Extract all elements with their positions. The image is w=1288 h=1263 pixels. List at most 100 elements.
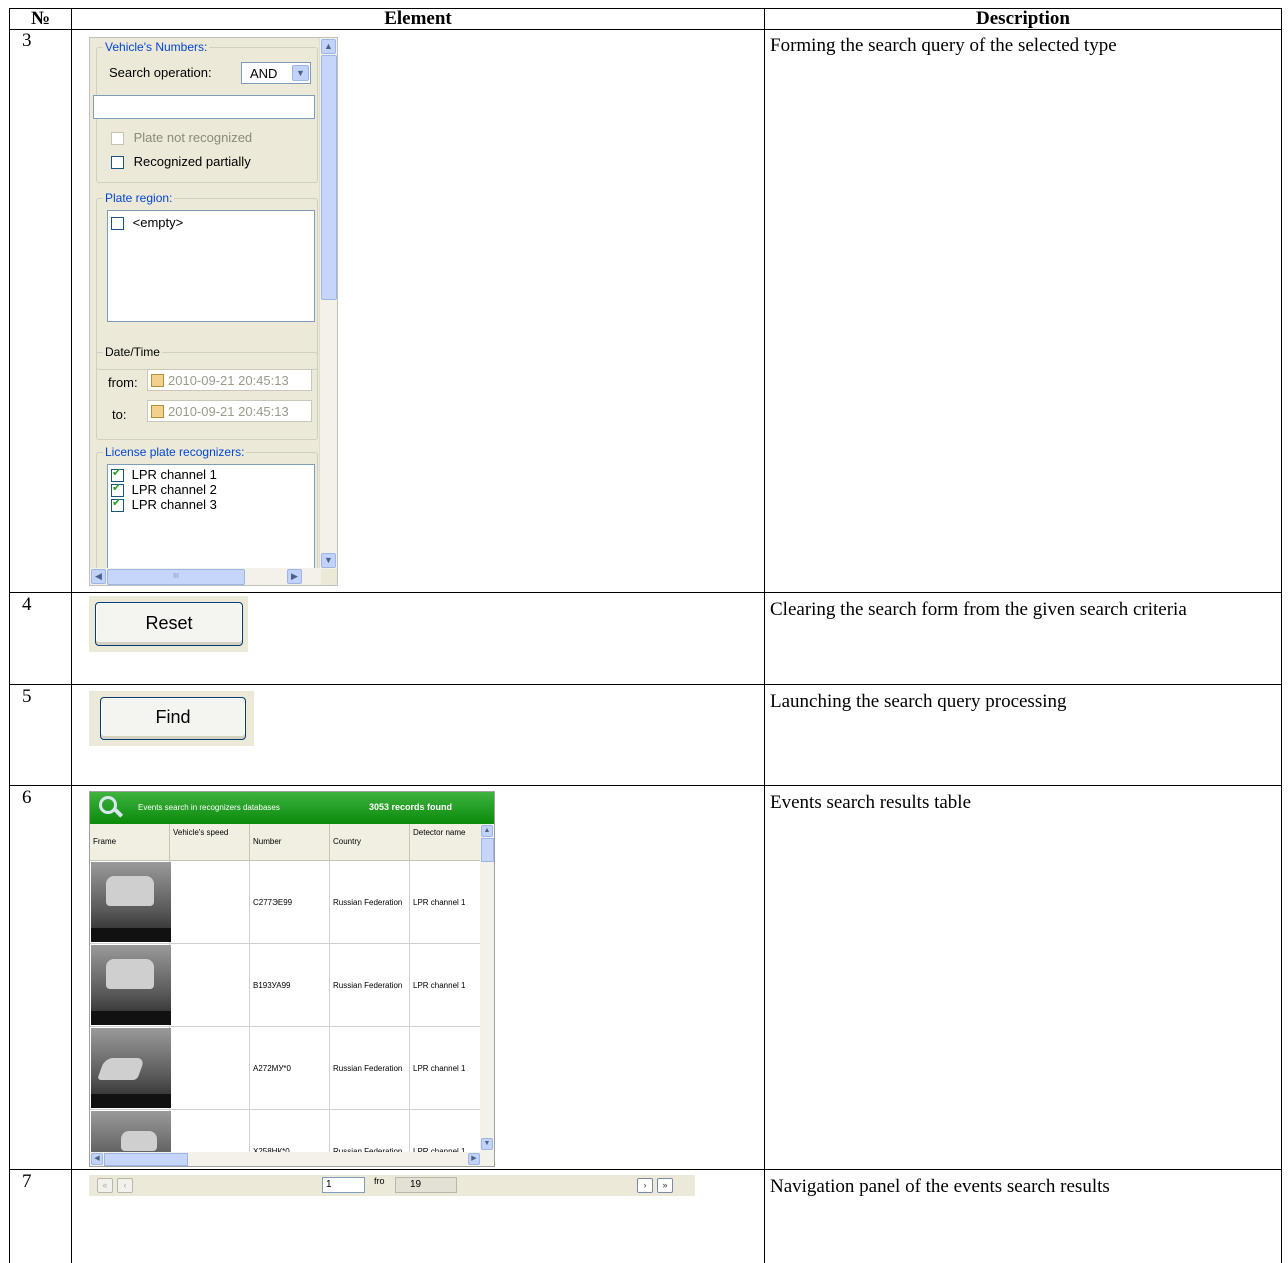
scroll-down-icon[interactable]: ▼ — [481, 1138, 493, 1150]
detector-cell: LPR channel 1 — [413, 1064, 466, 1073]
hscroll-thumb[interactable] — [104, 1153, 188, 1166]
table-row[interactable]: B193УА99 Russian Federation LPR channel … — [90, 944, 480, 1027]
scroll-up-icon[interactable]: ▲ — [321, 39, 336, 54]
scroll-right-icon[interactable]: ▶ — [287, 569, 302, 584]
checkbox-box[interactable] — [111, 156, 124, 170]
vehicle-number-input[interactable] — [93, 95, 315, 119]
column-number[interactable]: Number — [250, 824, 330, 861]
calendar-checkbox[interactable] — [151, 405, 164, 418]
chevron-down-icon[interactable]: ▼ — [292, 65, 309, 81]
row-number: 3 — [22, 30, 32, 51]
frame-cell[interactable] — [90, 1027, 171, 1110]
prev-page-button[interactable]: ‹ — [117, 1178, 133, 1193]
column-frame[interactable]: Frame — [90, 824, 170, 861]
frame-thumbnail[interactable] — [91, 862, 171, 942]
results-count: 3053 records found — [369, 802, 453, 812]
frame-cell[interactable] — [90, 944, 171, 1027]
plate-region-list[interactable]: <empty> — [107, 210, 315, 322]
row-description: Clearing the search form from the given … — [770, 599, 1187, 620]
number-cell: B193УА99 — [250, 944, 330, 1027]
detector-cell: LPR channel 1 — [413, 981, 466, 990]
detector-cell: LPR channel 1 — [413, 898, 466, 907]
results-horizontal-scrollbar[interactable]: ◀ ▶ — [90, 1152, 494, 1166]
plate-region-title: Plate region: — [103, 191, 175, 205]
navigation-panel: « ‹ 1 fro 19 › » — [89, 1175, 695, 1196]
scroll-thumb[interactable] — [321, 55, 337, 300]
country-cell: Russian Federation — [330, 1027, 410, 1110]
scroll-down-icon[interactable]: ▼ — [321, 553, 336, 568]
plate-region-item-label: <empty> — [132, 215, 184, 230]
next-page-button[interactable]: › — [637, 1178, 653, 1193]
to-datetime-field[interactable]: 2010-09-21 20:45:13 — [147, 400, 312, 422]
recognizer-item[interactable]: LPR channel 2 — [111, 482, 217, 498]
recognizers-list[interactable]: LPR channel 1 LPR channel 2 LPR channel … — [107, 464, 315, 574]
horizontal-scrollbar[interactable]: ◀ III ▶ — [90, 568, 321, 585]
row-description: Navigation panel of the events search re… — [770, 1176, 1110, 1197]
frame-thumbnail[interactable] — [91, 945, 171, 1025]
checkbox-box[interactable] — [111, 132, 124, 146]
to-label: to: — [112, 407, 127, 422]
total-pages: 19 — [395, 1177, 457, 1193]
column-header-description: Description — [976, 8, 1070, 29]
country-cell: Russian Federation — [330, 861, 410, 944]
table-row[interactable]: A272МУ*0 Russian Federation LPR channel … — [90, 1027, 480, 1110]
recognizer-item[interactable]: LPR channel 3 — [111, 497, 217, 513]
recognized-partially-checkbox[interactable]: Recognized partially — [111, 154, 251, 170]
search-operation-label: Search operation: — [109, 65, 212, 80]
search-form-panel: Vehicle's Numbers: Search operation: AND… — [89, 37, 338, 586]
calendar-checkbox[interactable] — [151, 374, 164, 387]
checkbox-box[interactable] — [111, 217, 124, 231]
column-country[interactable]: Country — [330, 824, 410, 861]
recognizer-label: LPR channel 2 — [131, 482, 217, 497]
scroll-left-icon[interactable]: ◀ — [91, 569, 106, 584]
search-operation-select[interactable]: AND ▼ — [241, 62, 311, 84]
find-button[interactable]: Find — [100, 697, 246, 740]
recognizer-item[interactable]: LPR channel 1 — [111, 467, 217, 483]
checkbox-box[interactable] — [111, 482, 124, 498]
column-detector[interactable]: Detector name — [410, 824, 482, 861]
speed-cell — [170, 944, 250, 1027]
frame-cell[interactable] — [90, 861, 171, 944]
scroll-left-icon[interactable]: ◀ — [91, 1153, 103, 1165]
table-row[interactable]: C277ЭЕ99 Russian Federation LPR channel … — [90, 861, 480, 944]
frame-thumbnail[interactable] — [91, 1028, 171, 1108]
number-cell: A272МУ*0 — [250, 1027, 330, 1110]
column-header-element: Element — [384, 8, 452, 29]
first-page-button[interactable]: « — [97, 1178, 113, 1193]
vertical-scrollbar[interactable]: ▲ ▼ — [319, 38, 337, 569]
number-cell: C277ЭЕ99 — [250, 861, 330, 944]
plate-region-item[interactable]: <empty> — [111, 215, 184, 231]
scroll-thumb[interactable] — [481, 838, 494, 862]
hscroll-thumb[interactable]: III — [107, 569, 245, 585]
datetime-title: Date/Time — [103, 345, 162, 359]
plate-not-recognized-label: Plate not recognized — [133, 130, 253, 145]
row-number: 4 — [22, 594, 32, 615]
search-results-table: Events search in recognizers databases 3… — [89, 791, 495, 1167]
column-header-number: № — [30, 8, 51, 29]
page-input[interactable]: 1 — [322, 1177, 365, 1193]
reset-button[interactable]: Reset — [95, 602, 243, 646]
search-operation-value: AND — [250, 66, 278, 81]
row-description: Events search results table — [770, 792, 972, 813]
datetime-group — [96, 352, 318, 440]
row-number: 6 — [22, 787, 32, 808]
last-page-button[interactable]: » — [657, 1178, 673, 1193]
speed-cell — [170, 861, 250, 944]
results-vertical-scrollbar[interactable]: ▲ ▼ — [480, 824, 494, 1152]
recognized-partially-label: Recognized partially — [133, 154, 251, 169]
from-label: from: — [108, 375, 138, 390]
row-description: Launching the search query processing — [770, 691, 1067, 712]
magnifier-handle — [113, 808, 124, 818]
from-datetime-value: 2010-09-21 20:45:13 — [168, 373, 289, 388]
checkbox-box[interactable] — [111, 497, 124, 513]
checkbox-box[interactable] — [111, 467, 124, 483]
vehicle-numbers-title: Vehicle's Numbers: — [103, 40, 210, 54]
plate-not-recognized-checkbox[interactable]: Plate not recognized — [111, 130, 253, 146]
row-number: 5 — [22, 686, 32, 707]
results-title: Events search in recognizers databases — [138, 803, 280, 812]
scroll-right-icon[interactable]: ▶ — [468, 1153, 480, 1165]
column-speed[interactable]: Vehicle's speed — [170, 824, 250, 861]
results-header: Events search in recognizers databases 3… — [90, 792, 494, 824]
from-datetime-field[interactable]: 2010-09-21 20:45:13 — [147, 369, 312, 391]
scroll-up-icon[interactable]: ▲ — [481, 825, 493, 837]
